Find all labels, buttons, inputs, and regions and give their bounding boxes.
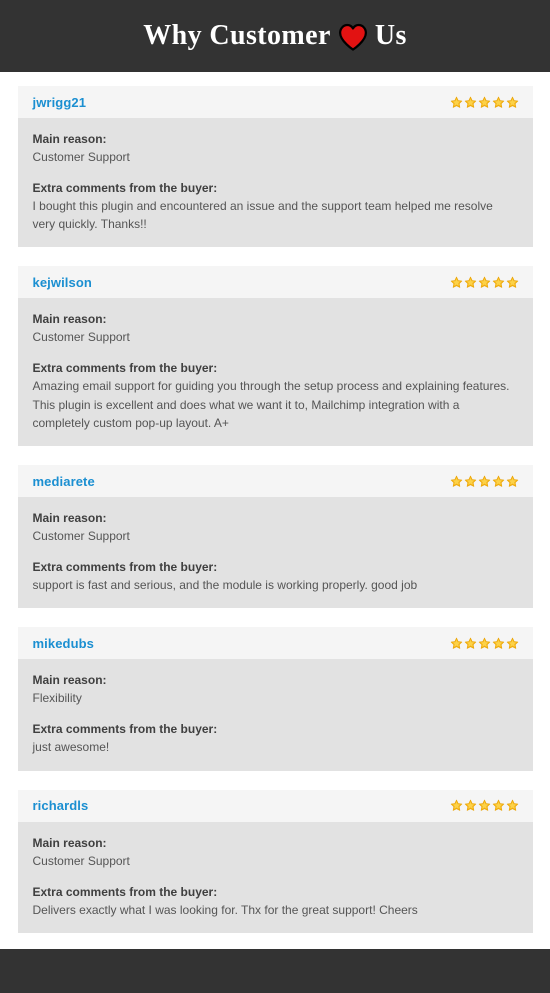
extra-comments-value: I bought this plugin and encountered an …	[32, 199, 493, 232]
main-reason-block: Main reason: Customer Support	[33, 130, 518, 166]
star-icon	[464, 799, 477, 812]
extra-comments-block: Extra comments from the buyer: just aweso…	[33, 720, 518, 756]
main-reason-label: Main reason:	[32, 511, 107, 526]
review-card: mikedubs Main reason: Flexibility Extra com…	[17, 627, 533, 771]
star-icon	[492, 96, 505, 109]
star-icon	[478, 637, 491, 650]
star-icon	[450, 276, 463, 289]
star-icon	[506, 475, 519, 488]
page-title-text-before: Why Customer	[143, 20, 331, 51]
extra-comments-value: Delivers exactly what I was looking for.…	[32, 902, 418, 917]
main-reason-block: Main reason: Customer Support	[33, 509, 518, 545]
reviewer-username[interactable]: jwrigg21	[33, 96, 87, 109]
star-icon	[506, 637, 519, 650]
main-reason-block: Main reason: Flexibility	[33, 671, 518, 707]
star-icon	[506, 799, 519, 812]
review-card-body: Main reason: Customer Support Extra commen…	[17, 298, 533, 447]
reviewer-username[interactable]: mediarete	[33, 475, 95, 488]
star-rating	[450, 637, 519, 650]
star-icon	[492, 637, 505, 650]
main-reason-label: Main reason:	[32, 132, 107, 146]
reviews-list: jwrigg21 Main reason: Customer Support Extr…	[0, 72, 550, 933]
star-icon	[478, 276, 491, 289]
star-icon	[450, 475, 463, 488]
heart-icon	[338, 23, 368, 51]
main-reason-value: Customer Support	[32, 853, 130, 868]
star-icon	[492, 276, 505, 289]
extra-comments-block: Extra comments from the buyer: Delivers e…	[33, 883, 518, 919]
reviewer-username[interactable]: richardls	[33, 799, 89, 812]
review-card: jwrigg21 Main reason: Customer Support Extr…	[17, 86, 533, 248]
star-icon	[492, 799, 505, 812]
review-card-body: Main reason: Customer Support Extra commen…	[17, 821, 533, 933]
star-icon	[450, 799, 463, 812]
review-card-header: jwrigg21	[17, 86, 533, 118]
extra-comments-label: Extra comments from the buyer:	[32, 361, 218, 376]
review-card-body: Main reason: Customer Support Extra commen…	[17, 497, 533, 609]
review-card-header: richardls	[17, 789, 533, 822]
main-reason-block: Main reason: Customer Support	[33, 834, 518, 870]
review-card-body: Main reason: Flexibility Extra comments fr…	[17, 659, 533, 771]
star-rating	[450, 475, 519, 488]
main-reason-label: Main reason:	[32, 673, 107, 688]
review-card: richardls Main reason: Customer Support Ext…	[17, 789, 533, 933]
extra-comments-label: Extra comments from the buyer:	[32, 560, 218, 575]
star-icon	[464, 276, 477, 289]
page-footer-banner	[0, 948, 550, 993]
page-title: Why Customer Us	[143, 20, 407, 51]
main-reason-value: Flexibility	[32, 691, 82, 706]
extra-comments-label: Extra comments from the buyer:	[32, 884, 218, 899]
page-title-text-after: Us	[374, 20, 407, 51]
extra-comments-label: Extra comments from the buyer:	[32, 722, 218, 737]
star-icon	[506, 276, 519, 289]
extra-comments-value: support is fast and serious, and the mod…	[32, 578, 418, 593]
main-reason-value: Customer Support	[32, 529, 130, 544]
extra-comments-block: Extra comments from the buyer: I bought t…	[33, 179, 518, 233]
extra-comments-value: just awesome!	[32, 740, 110, 755]
page-header-banner: Why Customer Us	[0, 0, 550, 72]
main-reason-label: Main reason:	[32, 835, 107, 850]
star-icon	[464, 637, 477, 650]
review-card-header: kejwilson	[17, 266, 533, 299]
review-card: kejwilson Main reason: Customer Support Ext…	[17, 266, 533, 447]
review-card-body: Main reason: Customer Support Extra commen…	[17, 118, 533, 248]
main-reason-value: Customer Support	[32, 150, 130, 164]
star-icon	[506, 96, 519, 109]
star-icon	[478, 475, 491, 488]
star-icon	[450, 96, 463, 109]
extra-comments-value: Amazing email support for guiding you th…	[32, 379, 510, 430]
main-reason-value: Customer Support	[32, 330, 130, 345]
star-rating	[450, 799, 519, 812]
reviewer-username[interactable]: mikedubs	[33, 637, 94, 650]
star-icon	[464, 96, 477, 109]
star-rating	[450, 276, 519, 289]
star-rating	[450, 96, 519, 109]
star-icon	[492, 475, 505, 488]
review-card: mediarete Main reason: Customer Support Ext…	[17, 465, 533, 609]
review-card-header: mediarete	[17, 465, 533, 498]
main-reason-block: Main reason: Customer Support	[33, 310, 518, 346]
star-icon	[450, 637, 463, 650]
extra-comments-block: Extra comments from the buyer: Amazing em…	[33, 359, 518, 432]
extra-comments-label: Extra comments from the buyer:	[32, 181, 218, 195]
extra-comments-block: Extra comments from the buyer: support is…	[33, 558, 518, 594]
main-reason-label: Main reason:	[32, 312, 107, 327]
star-icon	[464, 475, 477, 488]
review-card-header: mikedubs	[17, 627, 533, 660]
star-icon	[478, 96, 491, 109]
star-icon	[478, 799, 491, 812]
reviewer-username[interactable]: kejwilson	[33, 276, 92, 289]
